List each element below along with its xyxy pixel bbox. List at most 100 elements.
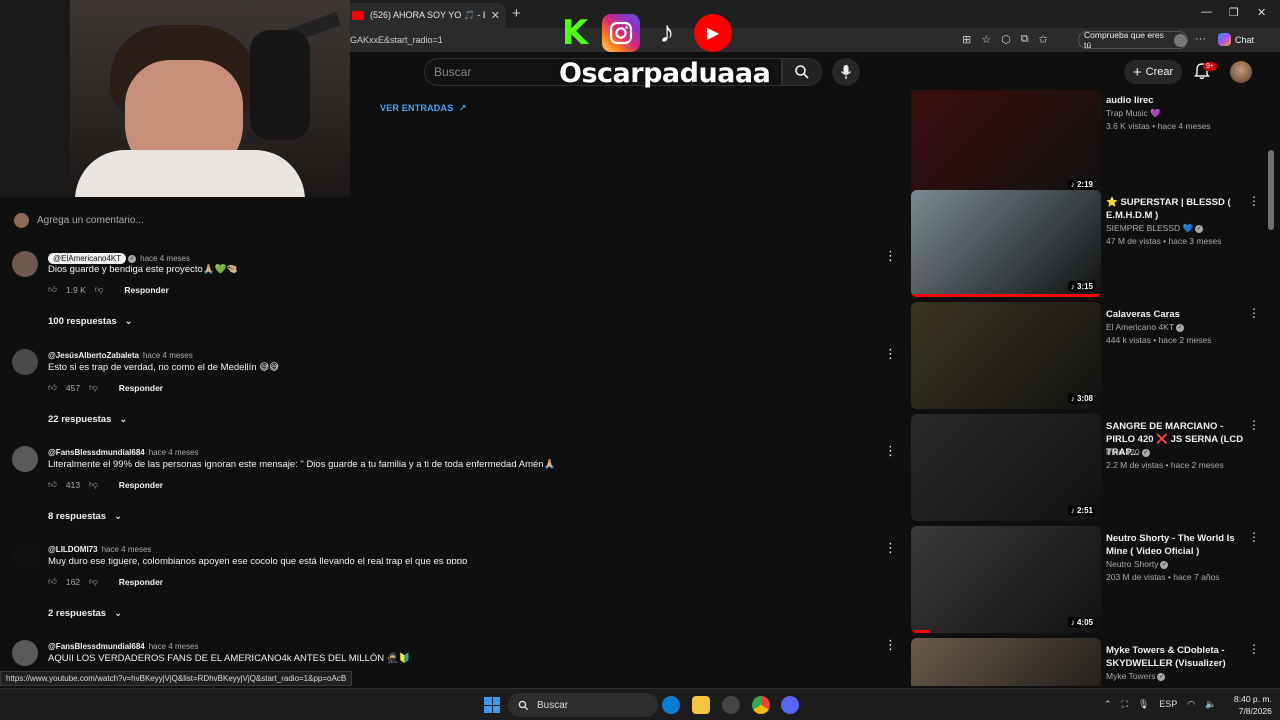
- split-screen-icon[interactable]: ⧉: [1021, 33, 1029, 46]
- related-video[interactable]: ♪ 2:19 audio lirec Trap Music 💜 3.6 K vi…: [911, 90, 1261, 196]
- related-video[interactable]: ♪ 3:15 ⭐ SUPERSTAR | BLESSD ( E.M.H.D.M …: [911, 190, 1261, 298]
- video-thumbnail[interactable]: ♪ 3:15: [911, 190, 1101, 297]
- video-title[interactable]: ⭐ SUPERSTAR | BLESSD ( E.M.H.D.M ): [1106, 196, 1244, 222]
- video-channel[interactable]: Trap Music 💜: [1106, 108, 1161, 119]
- add-comment-row[interactable]: Agrega un comentario...: [14, 213, 144, 228]
- url-text[interactable]: GAKxxE&start_radio=1: [350, 35, 443, 45]
- reply-button[interactable]: Responder: [119, 577, 163, 587]
- comment-avatar[interactable]: [12, 446, 38, 472]
- dislike-icon[interactable]: 👎︎: [95, 284, 104, 295]
- like-icon[interactable]: 👍︎: [48, 576, 57, 587]
- comment-time[interactable]: hace 4 meses: [149, 448, 199, 457]
- video-menu-icon[interactable]: ⋮: [1248, 642, 1260, 656]
- video-thumbnail[interactable]: ♪ 4:05: [911, 526, 1101, 633]
- video-title[interactable]: Neutro Shorty - The World Is Mine ( Vide…: [1106, 532, 1244, 558]
- close-window-icon[interactable]: ✕: [1257, 6, 1266, 19]
- profile-button[interactable]: Comprueba que eres tú: [1078, 30, 1188, 50]
- network-icon[interactable]: ⛶: [1122, 699, 1128, 710]
- maximize-icon[interactable]: ❐: [1229, 6, 1239, 19]
- comment-time[interactable]: hace 4 meses: [140, 254, 190, 263]
- video-thumbnail[interactable]: [911, 638, 1101, 686]
- app-icon[interactable]: [722, 696, 740, 714]
- reply-button[interactable]: Responder: [119, 480, 163, 490]
- video-menu-icon[interactable]: ⋮: [1248, 306, 1260, 320]
- file-explorer-icon[interactable]: [692, 696, 710, 714]
- edge-icon[interactable]: [662, 696, 680, 714]
- video-menu-icon[interactable]: ⋮: [1248, 530, 1260, 544]
- like-icon[interactable]: 👍︎: [48, 479, 57, 490]
- comment-avatar[interactable]: [12, 349, 38, 375]
- video-channel[interactable]: Neutro Shorty ✓: [1106, 559, 1169, 569]
- comment-menu-icon[interactable]: ⋮: [884, 444, 897, 457]
- more-options-icon[interactable]: ···: [1195, 33, 1206, 45]
- ver-entradas-link[interactable]: VER ENTRADAS ↗: [380, 103, 467, 114]
- chevron-up-icon[interactable]: ⌃: [1104, 699, 1112, 710]
- comment-avatar[interactable]: [12, 543, 38, 569]
- minimize-icon[interactable]: —: [1201, 6, 1212, 18]
- windows-start-icon[interactable]: [484, 697, 500, 713]
- comment-time[interactable]: hace 4 meses: [149, 642, 199, 651]
- new-tab-button[interactable]: +: [512, 5, 521, 22]
- scrollbar[interactable]: [1268, 90, 1274, 686]
- video-menu-icon[interactable]: ⋮: [1248, 194, 1260, 208]
- favorite-star-icon[interactable]: ☆: [981, 33, 991, 46]
- create-button[interactable]: + Crear: [1124, 60, 1182, 84]
- video-thumbnail[interactable]: ♪ 2:19: [911, 90, 1101, 195]
- comment-author[interactable]: @LILDOMI73: [48, 545, 98, 554]
- video-title[interactable]: Calaveras Caras: [1106, 308, 1244, 321]
- search-button[interactable]: [782, 58, 822, 86]
- show-replies-button[interactable]: 100 respuestas ⌄: [48, 316, 133, 327]
- video-channel[interactable]: El Americano 4KT ✓: [1106, 322, 1185, 332]
- voice-search-button[interactable]: [832, 58, 860, 86]
- dislike-icon[interactable]: 👎︎: [89, 382, 98, 393]
- dislike-icon[interactable]: 👎︎: [89, 479, 98, 490]
- discord-icon[interactable]: [781, 696, 799, 714]
- related-video[interactable]: Myke Towers & CDobleta - SKYDWELLER (Vis…: [911, 638, 1261, 686]
- video-title[interactable]: audio lirec: [1106, 94, 1244, 107]
- comment-author[interactable]: @ElAmericano4KT: [48, 253, 127, 264]
- show-replies-button[interactable]: 22 respuestas ⌄: [48, 414, 127, 425]
- like-icon[interactable]: 👍︎: [48, 284, 57, 295]
- related-video[interactable]: ♪ 2:51 SANGRE DE MARCIANO - PIRLO 420 ❌ …: [911, 414, 1261, 522]
- comment-menu-icon[interactable]: ⋮: [884, 347, 897, 360]
- volume-icon[interactable]: 🔈: [1205, 699, 1216, 710]
- mic-tray-icon[interactable]: 🎙: [1138, 699, 1149, 710]
- video-thumbnail[interactable]: ♪ 3:08: [911, 302, 1101, 409]
- chrome-icon[interactable]: [752, 696, 770, 714]
- video-menu-icon[interactable]: ⋮: [1248, 418, 1260, 432]
- comment-author[interactable]: @FansBlessdmundial684: [48, 642, 145, 651]
- wifi-icon[interactable]: ◠: [1187, 699, 1195, 710]
- related-video[interactable]: ♪ 3:08 Calaveras Caras El Americano 4KT ✓…: [911, 302, 1261, 410]
- video-channel[interactable]: SIEMPRE BLESSD 💙 ✓: [1106, 223, 1204, 234]
- add-comment-placeholder[interactable]: Agrega un comentario...: [37, 215, 144, 226]
- clock[interactable]: 8:40 p. m. 7/8/2026: [1234, 693, 1272, 717]
- close-tab-icon[interactable]: ✕: [491, 9, 500, 22]
- scrollbar-thumb[interactable]: [1268, 150, 1274, 230]
- video-channel[interactable]: Myke Towers ✓: [1106, 671, 1166, 681]
- related-video[interactable]: ♪ 4:05 Neutro Shorty - The World Is Mine…: [911, 526, 1261, 634]
- copilot-chat-button[interactable]: Chat: [1218, 33, 1254, 46]
- extensions-icon[interactable]: ⬡: [1001, 33, 1011, 46]
- reply-button[interactable]: Responder: [124, 285, 168, 295]
- favorites-icon[interactable]: ✩: [1039, 33, 1048, 46]
- reply-button[interactable]: Responder: [119, 383, 163, 393]
- app-available-icon[interactable]: ⊞: [962, 33, 971, 46]
- comment-author[interactable]: @FansBlessdmundial684: [48, 448, 145, 457]
- account-avatar[interactable]: [1230, 61, 1252, 83]
- taskbar-search[interactable]: Buscar: [508, 693, 658, 717]
- show-replies-button[interactable]: 8 respuestas ⌄: [48, 511, 122, 522]
- comment-avatar[interactable]: [12, 640, 38, 666]
- language-indicator[interactable]: ESP: [1159, 699, 1177, 710]
- comment-avatar[interactable]: [12, 251, 38, 277]
- like-icon[interactable]: 👍︎: [48, 382, 57, 393]
- comment-menu-icon[interactable]: ⋮: [884, 541, 897, 554]
- browser-tab[interactable]: (526) AHORA SOY YO 🎵 - El Ame ✕: [346, 3, 506, 28]
- comment-time[interactable]: hace 4 meses: [143, 351, 193, 360]
- dislike-icon[interactable]: 👎︎: [89, 576, 98, 587]
- show-replies-button[interactable]: 2 respuestas ⌄: [48, 608, 122, 619]
- comment-time[interactable]: hace 4 meses: [102, 545, 152, 554]
- video-thumbnail[interactable]: ♪ 2:51: [911, 414, 1101, 521]
- comment-author[interactable]: @JesúsAlbertoZabaleta: [48, 351, 139, 360]
- video-title[interactable]: Myke Towers & CDobleta - SKYDWELLER (Vis…: [1106, 644, 1244, 670]
- video-channel[interactable]: Pirlo 420 ✓: [1106, 447, 1150, 457]
